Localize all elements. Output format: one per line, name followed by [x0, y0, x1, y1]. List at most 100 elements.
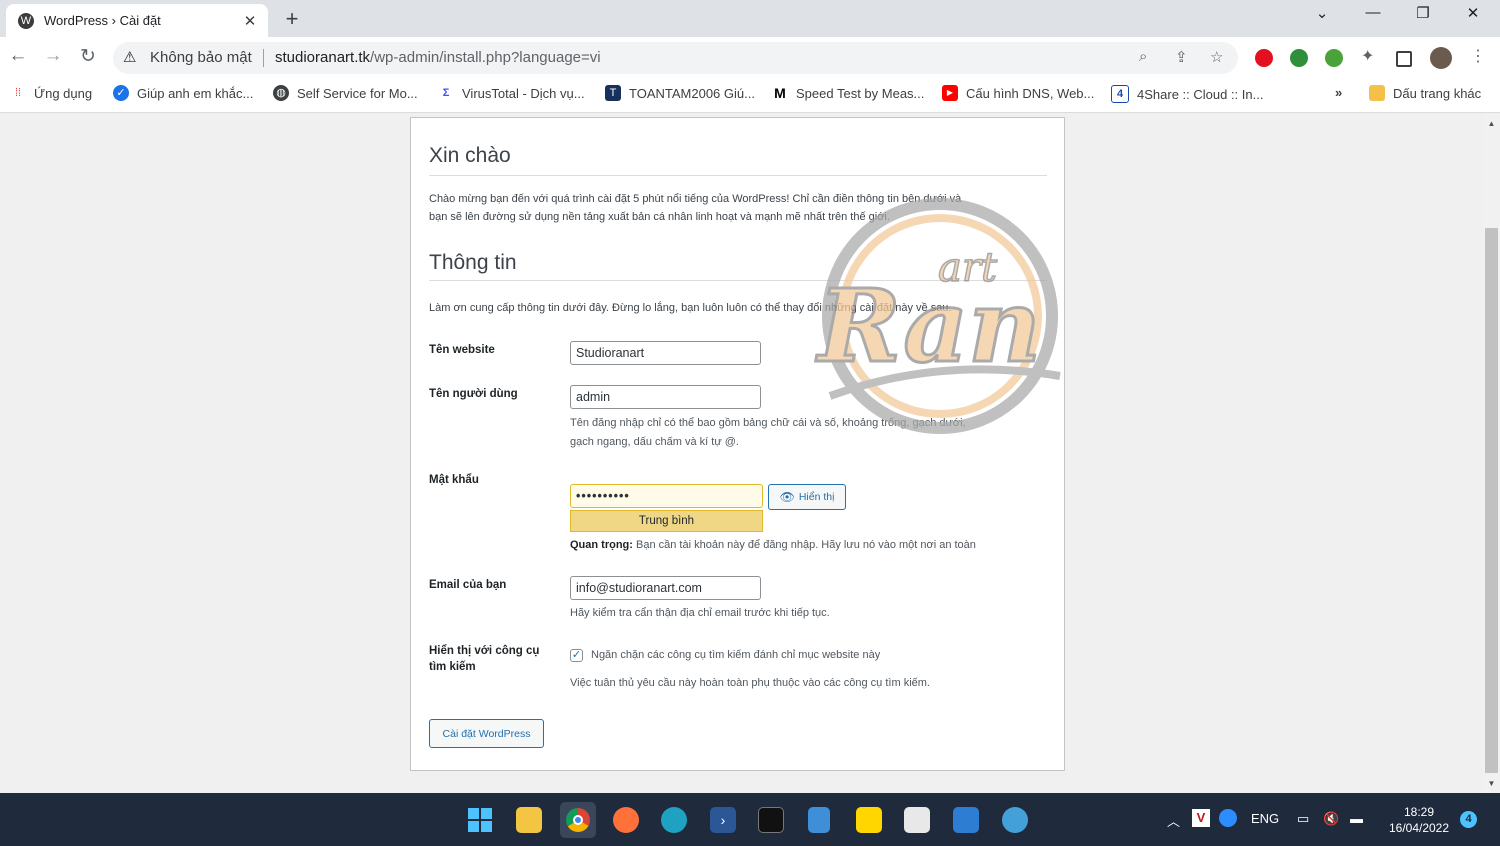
- language-indicator[interactable]: ENG: [1251, 811, 1279, 826]
- eye-icon: 👁: [779, 490, 795, 504]
- new-tab-button[interactable]: +: [280, 6, 304, 32]
- close-tab-icon[interactable]: ✕: [240, 12, 260, 30]
- bookmark-item[interactable]: M Speed Test by Meas...: [772, 85, 924, 101]
- vivaldi-tray-icon[interactable]: V: [1192, 809, 1210, 827]
- window-close-icon[interactable]: ✕: [1458, 4, 1488, 22]
- show-password-button[interactable]: 👁 Hiển thị: [768, 484, 846, 510]
- apps-grid-icon: ⁞⁞: [14, 87, 22, 99]
- username-hint: Tên đăng nhập chỉ có thể bao gồm bảng ch…: [570, 417, 966, 448]
- divider: [263, 49, 264, 67]
- powershell-icon[interactable]: ›: [710, 807, 736, 833]
- toantam-icon: T: [605, 85, 621, 101]
- profile-avatar[interactable]: [1430, 47, 1452, 69]
- opera-icon[interactable]: [1255, 49, 1273, 67]
- bookmark-item[interactable]: Σ VirusTotal - Dịch vụ...: [438, 85, 585, 101]
- virustotal-icon: Σ: [442, 87, 450, 99]
- back-icon[interactable]: ←: [6, 45, 30, 67]
- folder-icon: [1369, 85, 1385, 101]
- bookmarks-overflow[interactable]: »: [1335, 85, 1342, 100]
- bookmark-item[interactable]: 4 4Share :: Cloud :: In...: [1111, 85, 1263, 103]
- password-label: Mật khẩu: [429, 474, 479, 486]
- extension-idm-icon[interactable]: [1325, 49, 1343, 67]
- address-bar[interactable]: ⚠ Không bảo mật studioranart.tk/wp-admin…: [113, 42, 1238, 74]
- username-input[interactable]: [570, 385, 761, 409]
- bookmark-star-icon[interactable]: ☆: [1210, 48, 1223, 66]
- firefox-icon[interactable]: [613, 807, 639, 833]
- network-globe-icon[interactable]: [1002, 807, 1028, 833]
- welcome-heading: Xin chào: [429, 144, 511, 167]
- url-path: /wp-admin/install.php?language=vi: [370, 49, 601, 66]
- chrome-active-tile[interactable]: [560, 802, 596, 838]
- menu-dots-icon[interactable]: ⋮: [1470, 46, 1488, 65]
- notepad-icon[interactable]: [808, 807, 830, 833]
- minimize-icon[interactable]: —: [1358, 4, 1388, 21]
- sticky-notes-icon[interactable]: [856, 807, 882, 833]
- search-checkbox-label[interactable]: Ngăn chặn các công cụ tìm kiếm đánh chỉ …: [591, 646, 1041, 665]
- volume-muted-icon[interactable]: 🔇: [1323, 811, 1339, 827]
- bookmark-item[interactable]: ✓ Giúp anh em khắc...: [113, 85, 253, 101]
- tab-title: WordPress › Cài đặt: [44, 13, 161, 28]
- file-explorer-icon[interactable]: [516, 807, 542, 833]
- tab-strip: W WordPress › Cài đặt ✕ + ⌄ — ❐ ✕: [0, 0, 1500, 37]
- password-strength-meter: Trung bình: [570, 510, 763, 532]
- username-label: Tên người dùng: [429, 388, 518, 400]
- site-title-input[interactable]: [570, 341, 761, 365]
- site-title-label: Tên website: [429, 344, 495, 356]
- password-important-note: Quan trọng: Bạn cần tài khoản này để đăn…: [570, 539, 976, 551]
- wordpress-icon: W: [18, 12, 34, 29]
- battery-icon[interactable]: ▬: [1350, 811, 1363, 826]
- side-panel-icon[interactable]: [1396, 51, 1412, 67]
- notification-badge[interactable]: 4: [1460, 811, 1477, 828]
- scrollbar-thumb[interactable]: [1485, 228, 1498, 773]
- toolbar: ← → ↻ ⚠ Không bảo mật studioranart.tk/wp…: [0, 37, 1500, 78]
- extensions-puzzle-icon[interactable]: ✦: [1361, 46, 1379, 65]
- windows-taskbar: › ︿ V ENG ▭ 🔇 ▬ 18:29 16/04/2022 4: [0, 793, 1500, 846]
- zoom-icon[interactable]: ⌕: [1139, 48, 1147, 65]
- terminal-icon[interactable]: [758, 807, 784, 833]
- tray-chevron-icon[interactable]: ︿: [1167, 811, 1180, 830]
- email-hint: Hãy kiểm tra cẩn thận địa chỉ email trướ…: [570, 607, 830, 619]
- globe-icon: ◍: [273, 85, 289, 101]
- scroll-down-icon[interactable]: ▼: [1483, 779, 1500, 788]
- email-label: Email của bạn: [429, 579, 507, 591]
- page-scrollbar[interactable]: ▲ ▼: [1483, 113, 1500, 793]
- system-clock[interactable]: 18:29 16/04/2022: [1380, 804, 1458, 836]
- browser-tab[interactable]: W WordPress › Cài đặt ✕: [6, 4, 268, 37]
- snipping-tool-icon[interactable]: [904, 807, 930, 833]
- measurement-lab-icon: M: [774, 85, 786, 101]
- page-viewport: Xin chào Chào mừng bạn đến với quá trình…: [0, 113, 1483, 793]
- clock-date: 16/04/2022: [1388, 821, 1450, 835]
- security-shield-icon[interactable]: [1219, 809, 1237, 827]
- welcome-text: Chào mừng bạn đến với quá trình cài đặt …: [429, 193, 962, 223]
- network-icon[interactable]: ▭: [1297, 811, 1309, 827]
- email-input[interactable]: [570, 576, 761, 600]
- install-wordpress-button[interactable]: Cài đặt WordPress: [429, 719, 544, 748]
- clock-time: 18:29: [1403, 805, 1435, 819]
- url-host: studioranart.tk: [275, 49, 371, 66]
- other-bookmarks[interactable]: Dấu trang khác: [1369, 85, 1481, 101]
- bookmark-item[interactable]: ▶ Cấu hình DNS, Web...: [942, 85, 1094, 101]
- info-text: Làm ơn cung cấp thông tin dưới đây. Đừng…: [429, 302, 952, 314]
- bookmark-apps[interactable]: ⁞⁞ Ứng dụng: [10, 85, 92, 101]
- extension-globe-icon[interactable]: [1290, 49, 1308, 67]
- chrome-icon-center: [573, 815, 583, 825]
- scroll-up-icon[interactable]: ▲: [1483, 119, 1500, 128]
- install-form-card: Xin chào Chào mừng bạn đến với quá trình…: [410, 117, 1065, 771]
- start-icon[interactable]: [467, 807, 493, 833]
- url-text[interactable]: studioranart.tk/wp-admin/install.php?lan…: [275, 49, 601, 66]
- password-input[interactable]: [570, 484, 763, 508]
- tab-search-icon[interactable]: ⌄: [1307, 4, 1337, 22]
- search-visibility-checkbox[interactable]: ✓: [570, 649, 583, 662]
- reload-icon[interactable]: ↻: [76, 45, 100, 68]
- divider: [429, 175, 1047, 176]
- heart-check-icon: ✓: [113, 85, 129, 101]
- photos-icon[interactable]: [953, 807, 979, 833]
- edge-icon[interactable]: [661, 807, 687, 833]
- forward-icon[interactable]: →: [41, 45, 65, 67]
- security-label[interactable]: Không bảo mật: [150, 49, 252, 66]
- bookmark-item[interactable]: T TOANTAM2006 Giú...: [605, 85, 755, 101]
- search-hint: Việc tuân thủ yêu cầu này hoàn toàn phụ …: [570, 677, 930, 689]
- restore-icon[interactable]: ❐: [1408, 4, 1438, 22]
- bookmark-item[interactable]: ◍ Self Service for Mo...: [273, 85, 418, 101]
- share-icon[interactable]: ⇪: [1175, 48, 1188, 66]
